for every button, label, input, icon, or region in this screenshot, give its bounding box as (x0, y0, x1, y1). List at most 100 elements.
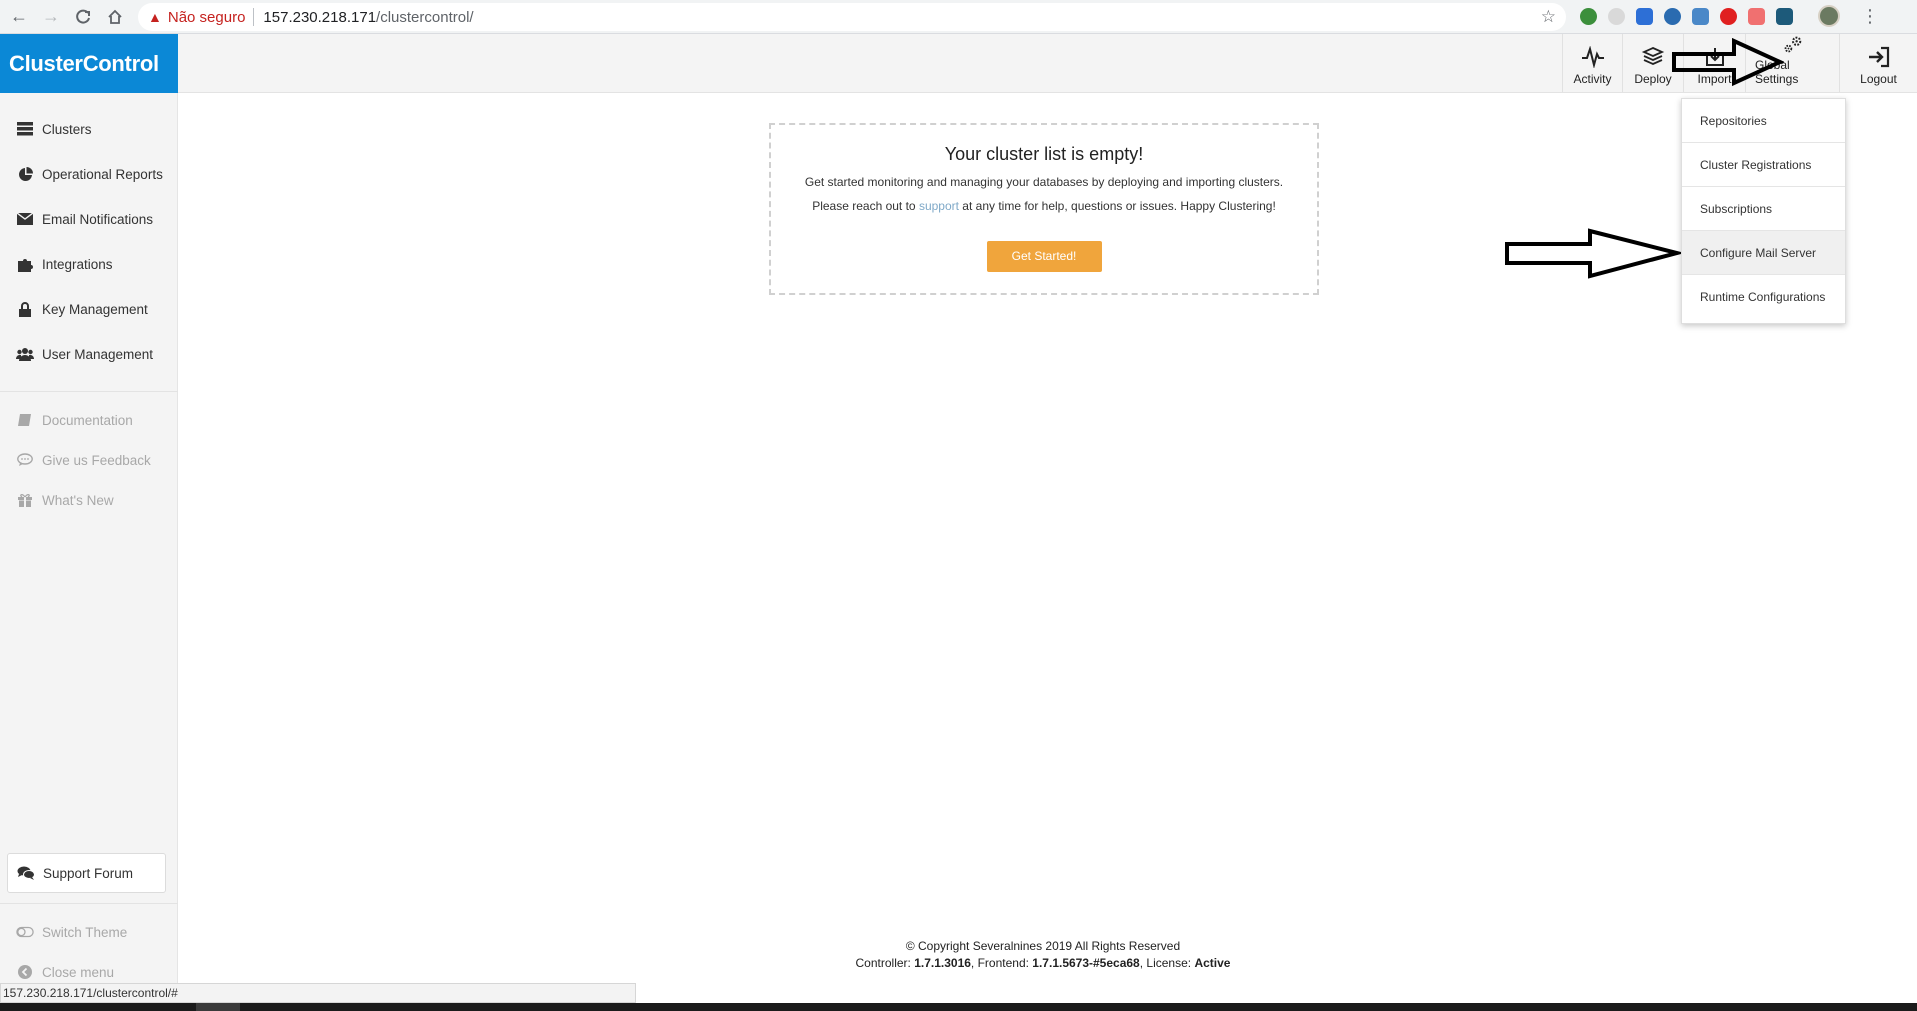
empty-help-pre: Please reach out to (812, 199, 919, 213)
sidebar-item-integrations[interactable]: Integrations (0, 251, 178, 277)
envelope-icon (16, 213, 34, 225)
deploy-label: Deploy (1634, 72, 1672, 86)
sidebar-item-clusters[interactable]: Clusters (0, 116, 178, 142)
sidebar-divider (0, 903, 178, 904)
menu-item-repositories[interactable]: Repositories (1682, 99, 1845, 143)
extension-translate-icon[interactable] (1636, 7, 1653, 25)
switch-theme-label: Switch Theme (42, 924, 128, 940)
sidebar-divider (0, 391, 178, 392)
users-icon (16, 347, 34, 361)
switch-theme-toggle[interactable]: Switch Theme (0, 919, 178, 945)
extension-v-icon[interactable] (1776, 7, 1793, 25)
browser-toolbar: ← → ▲ Não seguro 157.230.218.171/cluster… (0, 0, 1917, 34)
controller-label: Controller: (855, 956, 915, 970)
sidebar-item-whats-new[interactable]: What's New (0, 487, 178, 513)
get-started-button[interactable]: Get Started! (986, 241, 1102, 272)
menu-item-configure-mail-server[interactable]: Configure Mail Server (1682, 231, 1845, 275)
sidebar-item-label: Give us Feedback (42, 452, 151, 468)
forward-icon[interactable]: → (38, 4, 64, 30)
extension-circle-icon[interactable] (1608, 7, 1625, 25)
extension-opera-icon[interactable] (1720, 7, 1737, 25)
taskbar-active-app[interactable] (196, 1003, 240, 1011)
activity-icon (1581, 46, 1604, 68)
menu-item-runtime-configurations[interactable]: Runtime Configurations (1682, 275, 1845, 319)
close-menu-label: Close menu (42, 964, 115, 980)
gift-icon (16, 493, 34, 507)
bookmark-star-icon[interactable]: ☆ (1541, 7, 1556, 27)
license-label: , License: (1139, 956, 1195, 970)
extension-cast-icon[interactable] (1748, 7, 1765, 25)
pie-chart-icon (16, 166, 34, 182)
sidebar-item-label: Documentation (42, 412, 133, 428)
address-bar[interactable]: ▲ Não seguro 157.230.218.171/clustercont… (138, 3, 1566, 31)
empty-title: Your cluster list is empty! (944, 144, 1144, 164)
security-label[interactable]: Não seguro (168, 9, 246, 26)
controller-version: 1.7.1.3016 (914, 956, 971, 970)
sidebar-item-label: What's New (42, 492, 114, 508)
footer: © Copyright Severalnines 2019 All Rights… (178, 938, 1908, 972)
puzzle-icon (16, 257, 34, 272)
sidebar-item-operational-reports[interactable]: Operational Reports (0, 161, 178, 187)
sidebar-item-label: Email Notifications (42, 211, 154, 227)
extension-earth-icon[interactable] (1664, 7, 1681, 25)
sidebar-item-key-management[interactable]: Key Management (0, 296, 178, 322)
copyright-text: © Copyright Severalnines 2019 All Rights… (905, 939, 1181, 953)
support-forum-label: Support Forum (43, 865, 134, 881)
sidebar-item-email-notifications[interactable]: Email Notifications (0, 206, 178, 232)
profile-avatar[interactable] (1818, 5, 1840, 27)
server-icon (16, 122, 34, 136)
frontend-label: , Frontend: (970, 956, 1033, 970)
browser-menu-icon[interactable]: ⋮ (1861, 6, 1879, 27)
sidebar-item-label: User Management (42, 346, 154, 362)
support-link[interactable]: support (919, 199, 959, 213)
app-logo[interactable]: ClusterControl (0, 34, 178, 93)
comments-icon (17, 866, 35, 880)
menu-item-cluster-registrations[interactable]: Cluster Registrations (1682, 143, 1845, 187)
menu-item-subscriptions[interactable]: Subscriptions (1682, 187, 1845, 231)
activity-button[interactable]: Activity (1562, 34, 1622, 92)
extensions-bar: ⋮ (1580, 5, 1879, 27)
sidebar-item-label: Operational Reports (42, 166, 163, 182)
sidebar-item-user-management[interactable]: User Management (0, 341, 178, 367)
os-taskbar (0, 1003, 1917, 1011)
logout-icon (1868, 46, 1889, 68)
empty-description: Get started monitoring and managing your… (804, 175, 1284, 189)
global-settings-menu: Repositories Cluster Registrations Subsc… (1681, 98, 1846, 324)
back-icon[interactable]: ← (6, 4, 32, 30)
address-separator (253, 8, 255, 26)
empty-help-post: at any time for help, questions or issue… (958, 199, 1276, 213)
logout-label: Logout (1860, 72, 1897, 86)
annotation-arrow-global-settings (1672, 38, 1784, 87)
activity-label: Activity (1573, 72, 1612, 86)
lock-icon (16, 301, 34, 317)
home-icon[interactable] (102, 4, 128, 30)
url-host: 157.230.218.171 (263, 8, 377, 26)
gears-icon (1784, 36, 1801, 53)
empty-cluster-panel: Your cluster list is empty! Get started … (769, 123, 1319, 295)
extension-globe-icon[interactable] (1580, 7, 1597, 25)
comment-icon (16, 453, 34, 467)
sidebar-item-documentation[interactable]: Documentation (0, 407, 178, 433)
logout-button[interactable]: Logout (1839, 34, 1917, 92)
sidebar-item-label: Key Management (42, 301, 148, 317)
license-status: Active (1194, 956, 1231, 970)
sidebar: Clusters Operational Reports Email Notif… (0, 93, 178, 1011)
annotation-arrow-mail-server (1505, 228, 1681, 279)
chevron-left-circle-icon (16, 965, 34, 979)
status-url-bar: 157.230.218.171/clustercontrol/# (0, 983, 636, 1003)
frontend-version: 1.7.1.5673-#5eca68 (1032, 956, 1140, 970)
sidebar-item-feedback[interactable]: Give us Feedback (0, 447, 178, 473)
sidebar-item-label: Integrations (42, 256, 113, 272)
sidebar-item-label: Clusters (42, 121, 92, 137)
support-forum-button[interactable]: Support Forum (7, 853, 166, 893)
extension-notes-icon[interactable] (1692, 7, 1709, 25)
book-icon (16, 413, 34, 427)
empty-help-text: Please reach out to support at any time … (771, 199, 1317, 213)
toggle-icon (16, 926, 34, 938)
top-bar: Activity Deploy Import Global Settings L… (178, 34, 1917, 93)
reload-icon[interactable] (70, 4, 96, 30)
url-path: /clustercontrol/ (376, 8, 474, 26)
version-info: Controller: 1.7.1.3016, Frontend: 1.7.1.… (178, 955, 1908, 972)
close-menu-button[interactable]: Close menu (0, 959, 178, 985)
warning-icon: ▲ (148, 9, 162, 25)
